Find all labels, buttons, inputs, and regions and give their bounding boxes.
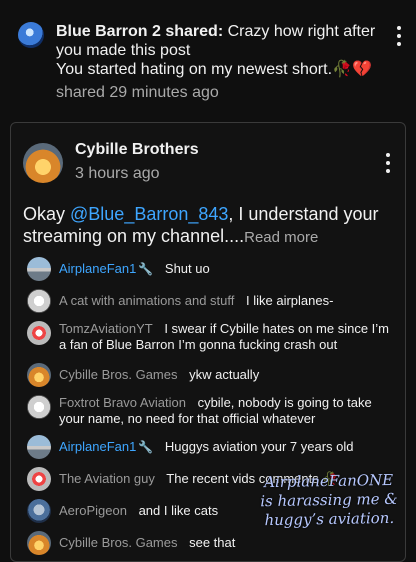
mention-link[interactable]: @Blue_Barron_843	[70, 204, 228, 224]
shared-post-notification[interactable]: Blue Barron 2 shared: Crazy how right af…	[0, 0, 416, 116]
read-more-link[interactable]: Read more	[244, 229, 318, 246]
chat-message: A cat with animations and stuff I like a…	[27, 287, 397, 313]
user-avatar	[27, 321, 51, 345]
chat-username: Cybille Bros. Games	[59, 535, 178, 550]
chat-text: see that	[189, 535, 236, 550]
shared-post-text: Blue Barron 2 shared: Crazy how right af…	[56, 22, 376, 79]
post-text: Okay @Blue_Barron_843, I understand your…	[23, 203, 383, 249]
wrench-icon: 🔧	[138, 440, 154, 454]
chat-message: AirplaneFan1 🔧 Shut uo	[27, 255, 397, 281]
chat-username: AeroPigeon	[59, 503, 127, 518]
wrench-icon: 🔧	[138, 262, 154, 276]
user-avatar	[27, 531, 51, 555]
chat-username: Cybille Bros. Games	[59, 367, 178, 382]
shared-timestamp: shared 29 minutes ago	[56, 84, 219, 101]
chat-message: Foxtrot Bravo Aviation cybile, nobody is…	[27, 393, 397, 427]
post-text-start: Okay	[23, 204, 71, 224]
more-options-icon[interactable]	[396, 26, 402, 46]
chat-username: AirplaneFan1 🔧	[59, 439, 154, 454]
user-avatar	[27, 395, 51, 419]
chat-text: I like airplanes-	[246, 293, 334, 308]
post-timestamp: 3 hours ago	[75, 165, 160, 182]
chat-text: Huggys aviation your 7 years old	[164, 439, 354, 454]
shared-text-line1: Crazy how right after	[227, 23, 376, 40]
user-avatar	[27, 363, 51, 387]
user-avatar	[27, 289, 51, 313]
overlay-caption: AirplaneFanONE is harassing me & huggy’s…	[244, 471, 415, 531]
shared-text-line2: you made this post	[56, 42, 191, 59]
overlay-line3: huggy’s aviation.	[264, 508, 395, 530]
chat-username: The Aviation guy	[59, 471, 155, 486]
post-more-options-icon[interactable]	[385, 153, 391, 173]
user-avatar	[27, 257, 51, 281]
chat-text: ykw actually	[189, 367, 260, 382]
chat-username: AirplaneFan1 🔧	[59, 261, 154, 276]
user-avatar	[27, 435, 51, 459]
chat-message: Cybille Bros. Games ykw actually	[27, 361, 397, 387]
chat-text: Shut uo	[164, 261, 210, 276]
chat-username: Foxtrot Bravo Aviation	[59, 395, 186, 410]
chat-text: and I like cats	[138, 503, 219, 518]
avatar-icon[interactable]	[18, 22, 44, 48]
chat-message: AirplaneFan1 🔧 Huggys aviation your 7 yea…	[27, 433, 397, 459]
user-avatar	[27, 467, 51, 491]
user-avatar	[27, 499, 51, 523]
chat-username: A cat with animations and stuff	[59, 293, 235, 308]
shared-text-line3: You started hating on my newest short.🥀💔	[56, 61, 372, 78]
chat-message: Cybille Bros. Games see that	[27, 529, 397, 555]
shared-author[interactable]: Blue Barron 2 shared:	[56, 23, 223, 40]
chat-message: TomzAviationYT I swear if Cybille hates …	[27, 319, 397, 353]
channel-name[interactable]: Cybille Brothers	[75, 141, 199, 159]
chat-username: TomzAviationYT	[59, 321, 153, 336]
channel-avatar[interactable]	[23, 143, 63, 183]
